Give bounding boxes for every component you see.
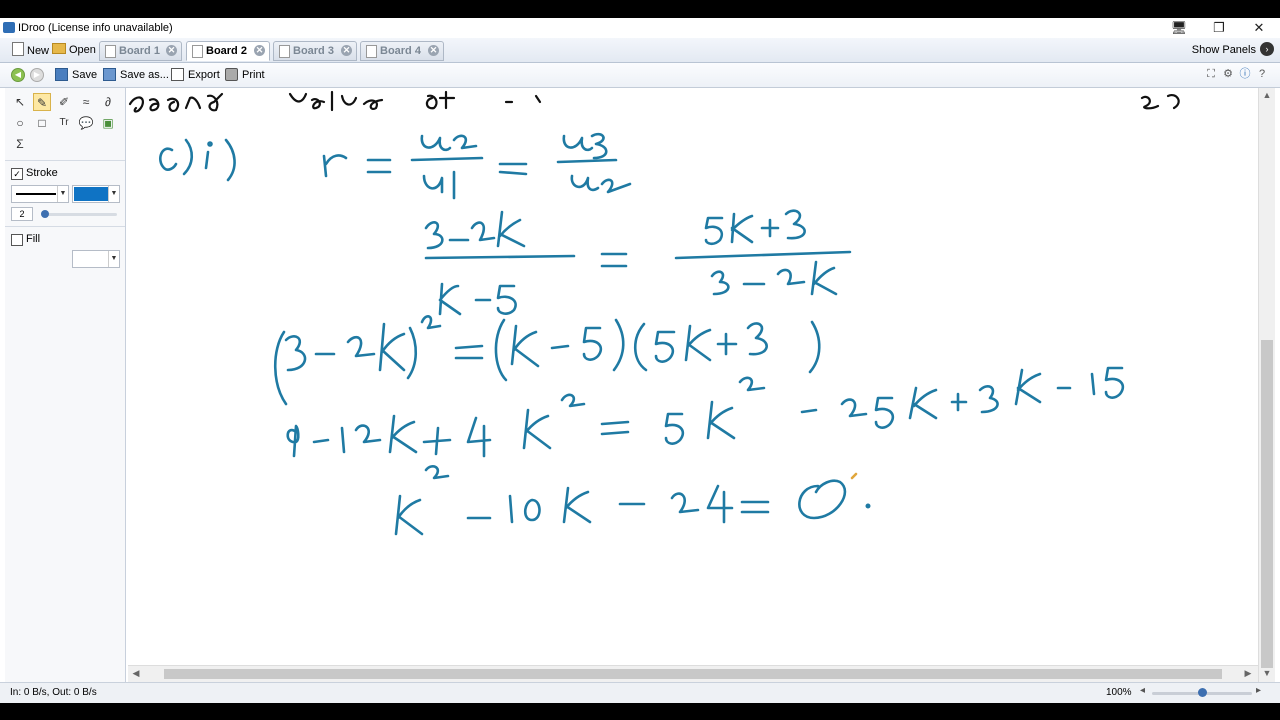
new-label: New [27, 45, 50, 57]
save-as-label: Save as... [120, 69, 169, 81]
vertical-scrollbar[interactable]: ▲ ▼ [1258, 88, 1275, 682]
board-document-icon [192, 45, 203, 58]
board-document-icon [366, 45, 377, 58]
tab-label: Board 2 [206, 45, 247, 57]
info-icon[interactable]: ⓘ [1239, 68, 1251, 80]
save-as-icon [103, 68, 116, 81]
select-arrow-icon[interactable]: ↖ [11, 93, 29, 111]
fill-checkbox[interactable] [11, 234, 23, 246]
save-button[interactable]: Save [55, 67, 97, 83]
stroke-color-select[interactable]: ▼ [72, 185, 120, 203]
whiteboard-canvas[interactable] [128, 88, 1258, 682]
zoom-in-icon[interactable]: ▸ [1256, 685, 1261, 696]
stroke-width-slider[interactable] [41, 213, 117, 216]
stroke-label: Stroke [26, 167, 58, 179]
eraser-icon[interactable]: ∂ [99, 93, 117, 111]
stroke-checkbox[interactable]: ✓ [11, 168, 23, 180]
board-document-icon [105, 45, 116, 58]
close-window-button[interactable]: ✕ [1248, 20, 1270, 36]
sigma-formula-icon[interactable]: Σ [11, 135, 29, 153]
handwriting-strokes [128, 90, 1180, 536]
new-board-button[interactable]: New [12, 42, 49, 58]
stroke-width-slider-handle[interactable] [41, 210, 49, 218]
text-tool-icon[interactable]: Tr [55, 114, 73, 132]
fullscreen-icon[interactable]: ⛶ [1205, 68, 1217, 80]
open-label: Open [69, 44, 96, 56]
pencil-icon[interactable]: ✎ [33, 93, 51, 111]
open-board-button[interactable]: Open [52, 42, 96, 58]
main-toolbar: ◀ ▶ Save Save as... Export Print ⛶ ⚙ ⓘ ? [0, 63, 1280, 88]
horizontal-scrollbar[interactable]: ◀ ▶ [128, 665, 1258, 682]
save-as-button[interactable]: Save as... [103, 67, 169, 83]
close-tab-icon[interactable]: ✕ [254, 45, 265, 56]
image-tool-icon[interactable]: ▣ [99, 114, 117, 132]
help-icon[interactable]: ? [1256, 68, 1268, 80]
status-bar: In: 0 B/s, Out: 0 B/s 100% ◂ ▸ [0, 682, 1280, 703]
scroll-left-icon[interactable]: ◀ [130, 668, 142, 679]
speech-bubble-icon[interactable]: 💬 [77, 114, 95, 132]
app-logo-icon [3, 22, 15, 33]
title-bar: IDroo (License info unavailable) 🖥 ❐ ✕ [0, 18, 1280, 38]
monitor-icon[interactable]: 🖥 [1168, 20, 1190, 36]
print-label: Print [242, 69, 265, 81]
export-button[interactable]: Export [171, 67, 220, 83]
scroll-down-icon[interactable]: ▼ [1261, 668, 1273, 678]
chevron-down-icon: ▼ [57, 186, 68, 202]
panel-divider [5, 226, 125, 227]
freehand-curve-icon[interactable]: ≈ [77, 93, 95, 111]
export-icon [171, 68, 184, 81]
forward-arrow-icon[interactable]: ▶ [30, 68, 44, 82]
chevron-down-icon: ▼ [108, 186, 119, 202]
ellipse-tool-icon[interactable]: ○ [11, 114, 29, 132]
show-panels-button[interactable]: Show Panels [1192, 44, 1256, 56]
restore-window-button[interactable]: ❐ [1208, 20, 1230, 36]
save-disk-icon [55, 68, 68, 81]
rectangle-tool-icon[interactable]: □ [33, 114, 51, 132]
save-label: Save [72, 69, 98, 81]
panel-divider [5, 160, 125, 161]
network-traffic-status: In: 0 B/s, Out: 0 B/s [10, 687, 97, 698]
tab-label: Board 1 [119, 45, 160, 57]
window-title: IDroo (License info unavailable) [18, 22, 173, 34]
zoom-out-icon[interactable]: ◂ [1140, 685, 1145, 696]
printer-icon [225, 68, 238, 81]
close-tab-icon[interactable]: ✕ [166, 45, 177, 56]
tab-board-3[interactable]: Board 3 ✕ [273, 41, 357, 61]
chevron-down-icon: ▼ [108, 251, 119, 267]
vertical-scroll-thumb[interactable] [1261, 340, 1273, 668]
fill-color-select[interactable]: ▼ [72, 250, 120, 268]
stroke-color-swatch [74, 187, 108, 201]
scroll-right-icon[interactable]: ▶ [1242, 668, 1254, 679]
tab-board-4[interactable]: Board 4 ✕ [360, 41, 444, 61]
fill-label: Fill [26, 233, 41, 245]
tools-panel: ↖ ✎ ✐ ≈ ∂ ○ □ Tr 💬 ▣ Σ ✓ Stroke ▼ ▼ 2 Fi… [5, 88, 126, 682]
new-document-icon [12, 42, 24, 56]
chevron-right-icon[interactable]: › [1260, 42, 1274, 56]
tab-label: Board 4 [380, 45, 421, 57]
close-tab-icon[interactable]: ✕ [341, 45, 352, 56]
stroke-width-input[interactable]: 2 [11, 207, 33, 221]
close-tab-icon[interactable]: ✕ [428, 45, 439, 56]
horizontal-scroll-thumb[interactable] [164, 669, 1222, 679]
board-tab-bar: New Open Board 1 ✕ Board 2 ✕ Board 3 ✕ B… [0, 38, 1280, 63]
zoom-level: 100% [1106, 687, 1132, 698]
gear-icon[interactable]: ⚙ [1222, 68, 1234, 80]
board-document-icon [279, 45, 290, 58]
zoom-slider-handle[interactable] [1198, 688, 1207, 697]
tab-board-1[interactable]: Board 1 ✕ [99, 41, 182, 61]
scroll-up-icon[interactable]: ▲ [1261, 90, 1273, 100]
print-button[interactable]: Print [225, 67, 265, 83]
line-style-select[interactable]: ▼ [11, 185, 69, 203]
tab-label: Board 3 [293, 45, 334, 57]
app-window: IDroo (License info unavailable) 🖥 ❐ ✕ N… [0, 18, 1280, 703]
back-arrow-icon[interactable]: ◀ [11, 68, 25, 82]
line-style-preview [16, 193, 56, 195]
export-label: Export [188, 69, 220, 81]
folder-icon [52, 43, 66, 54]
highlighter-icon[interactable]: ✐ [55, 93, 73, 111]
tab-board-2[interactable]: Board 2 ✕ [186, 41, 270, 61]
